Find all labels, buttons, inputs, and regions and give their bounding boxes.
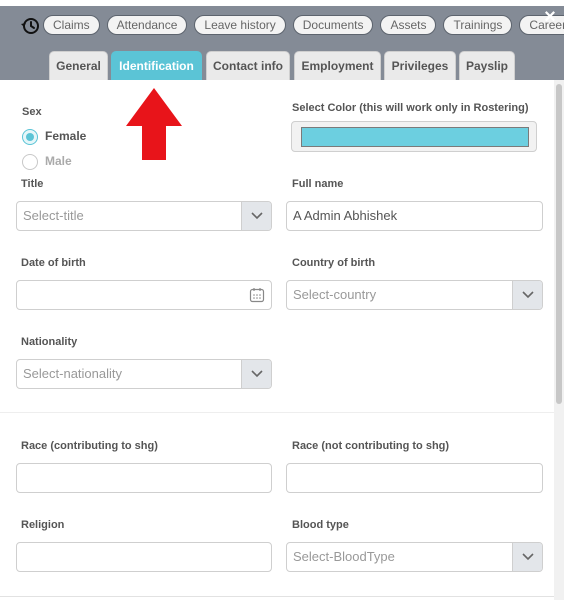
race-contrib-input[interactable] — [16, 463, 272, 493]
chip-claims[interactable]: Claims — [43, 15, 100, 35]
blood-select-toggle[interactable] — [512, 543, 542, 571]
title-select-value: Select-title — [23, 208, 84, 223]
close-icon[interactable]: × — [541, 6, 559, 28]
blood-label: Blood type — [292, 519, 349, 531]
tab-general[interactable]: General — [49, 51, 108, 80]
color-picker[interactable] — [291, 121, 537, 152]
tab-contact-info[interactable]: Contact info — [206, 51, 290, 80]
fullname-input[interactable]: A Admin Abhishek — [286, 201, 543, 231]
nationality-select[interactable]: Select-nationality — [16, 359, 272, 389]
radio-male-label: Male — [45, 154, 72, 168]
bottom-divider — [0, 596, 554, 597]
race-contrib-label: Race (contributing to shg) — [21, 440, 158, 452]
country-select-value: Select-country — [293, 287, 377, 302]
chip-attendance[interactable]: Attendance — [106, 15, 188, 35]
radio-female[interactable] — [22, 129, 38, 145]
dob-input[interactable] — [16, 280, 272, 310]
chip-leave-history[interactable]: Leave history — [194, 15, 286, 35]
color-label: Select Color (this will work only in Ros… — [292, 102, 529, 114]
quick-links: Claims Attendance Leave history Document… — [43, 15, 564, 35]
tab-employment[interactable]: Employment — [294, 51, 381, 80]
tab-identification[interactable]: Identification — [111, 51, 202, 80]
nationality-select-toggle[interactable] — [241, 360, 271, 388]
race-noncontrib-label: Race (not contributing to shg) — [292, 440, 450, 452]
religion-label: Religion — [21, 519, 65, 531]
chevron-down-icon — [522, 553, 534, 561]
chevron-down-icon — [251, 370, 263, 378]
red-up-arrow — [126, 88, 182, 160]
sex-label: Sex — [22, 106, 42, 118]
chevron-down-icon — [251, 212, 263, 220]
title-select[interactable]: Select-title — [16, 201, 272, 231]
chip-documents[interactable]: Documents — [292, 15, 374, 35]
radio-female-label: Female — [45, 129, 87, 143]
tab-privileges[interactable]: Privileges — [384, 51, 456, 80]
blood-select-value: Select-BloodType — [293, 549, 395, 564]
chip-trainings[interactable]: Trainings — [443, 15, 513, 35]
country-label: Country of birth — [292, 257, 376, 269]
radio-male[interactable] — [22, 154, 38, 170]
dob-label: Date of birth — [21, 257, 86, 269]
scrollbar-thumb[interactable] — [556, 84, 562, 404]
fullname-value: A Admin Abhishek — [293, 208, 398, 223]
country-select-toggle[interactable] — [512, 281, 542, 309]
chevron-down-icon — [522, 291, 534, 299]
chip-assets[interactable]: Assets — [380, 15, 437, 35]
fullname-label: Full name — [292, 178, 344, 190]
blood-select[interactable]: Select-BloodType — [286, 542, 543, 572]
top-strip — [0, 0, 564, 6]
scrollbar[interactable] — [554, 80, 564, 600]
color-swatch[interactable] — [301, 127, 529, 147]
section-divider — [0, 412, 554, 413]
title-select-toggle[interactable] — [241, 202, 271, 230]
tab-payslip[interactable]: Payslip — [459, 51, 515, 80]
nationality-select-value: Select-nationality — [23, 366, 122, 381]
nationality-label: Nationality — [21, 336, 78, 348]
country-select[interactable]: Select-country — [286, 280, 543, 310]
profile-tabs: General Identification Contact info Empl… — [0, 51, 564, 80]
title-label: Title — [21, 178, 44, 190]
race-noncontrib-input[interactable] — [286, 463, 543, 493]
calendar-icon[interactable] — [249, 287, 265, 303]
history-clock-icon[interactable] — [20, 16, 40, 36]
religion-input[interactable] — [16, 542, 272, 572]
